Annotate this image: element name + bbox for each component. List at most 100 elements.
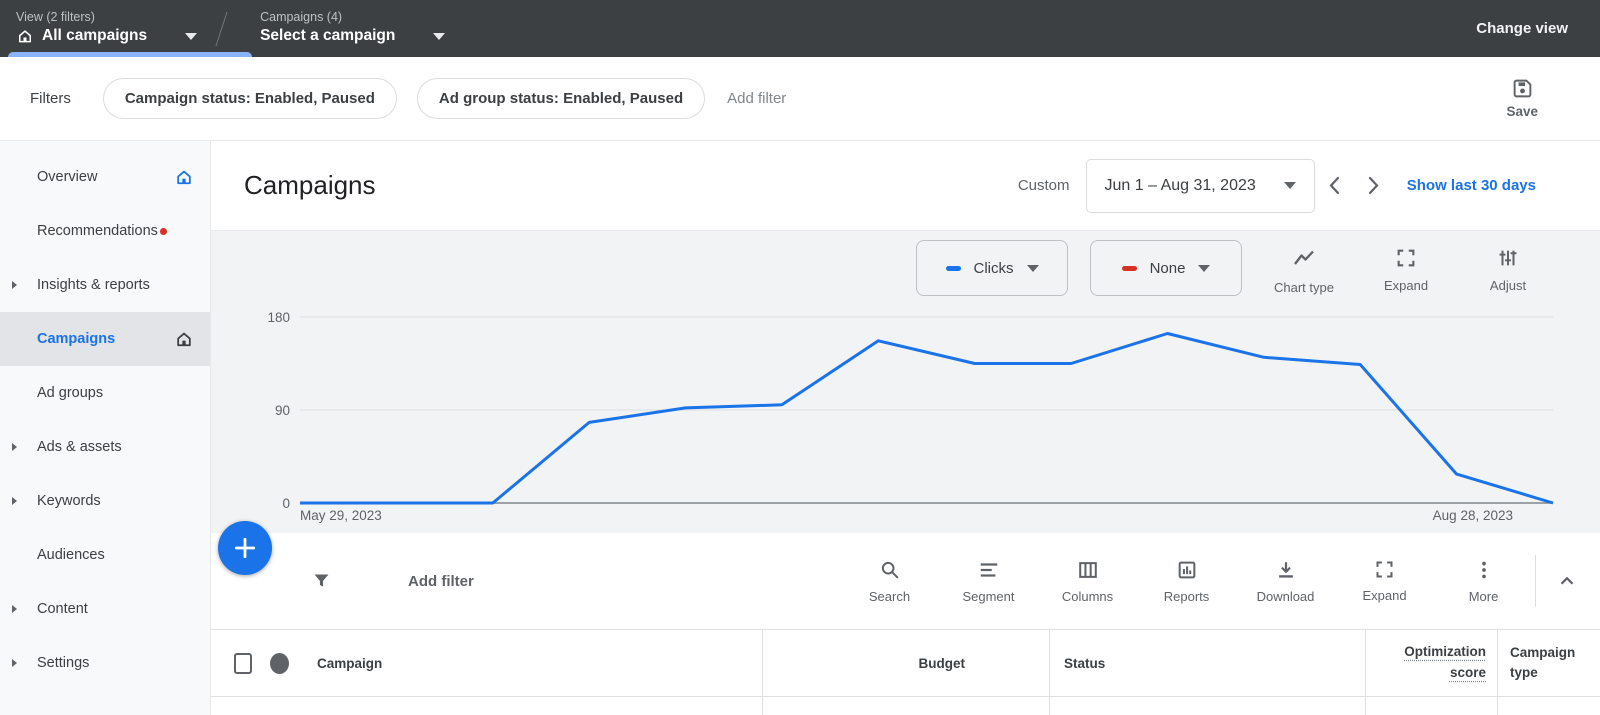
expand-arrow-icon — [12, 443, 17, 451]
svg-text:0: 0 — [282, 496, 290, 511]
chart-type-button[interactable]: Chart type — [1264, 240, 1344, 295]
sidebar-item-keywords[interactable]: Keywords — [0, 474, 210, 528]
search-icon — [879, 559, 901, 581]
sidebar-item-ads-assets[interactable]: Ads & assets — [0, 420, 210, 474]
chevron-down-icon — [1284, 182, 1296, 189]
x-axis-end-label: Aug 28, 2023 — [1433, 508, 1513, 523]
filter-chip-adgroup-status[interactable]: Ad group status: Enabled, Paused — [417, 78, 705, 119]
home-dark-icon — [174, 329, 194, 349]
sidebar-item-audiences[interactable]: Audiences — [0, 528, 210, 582]
chevron-down-icon — [1027, 265, 1039, 272]
more-button[interactable]: More — [1434, 559, 1533, 604]
change-view-button[interactable]: Change view — [1476, 20, 1568, 37]
left-navigation: Overview Recommendations Insights & repo… — [0, 141, 211, 715]
date-range-picker[interactable]: Jun 1 – Aug 31, 2023 — [1086, 159, 1315, 213]
metric-2-dropdown[interactable]: None — [1090, 240, 1242, 296]
svg-text:180: 180 — [267, 310, 290, 325]
reports-button[interactable]: Reports — [1137, 559, 1236, 604]
notification-dot — [160, 228, 167, 235]
table-filter-button[interactable] — [311, 571, 332, 592]
expand-arrow-icon — [12, 659, 17, 667]
expand-table-button[interactable]: Expand — [1335, 559, 1434, 604]
save-button[interactable]: Save — [1506, 78, 1538, 119]
table-row — [211, 697, 1600, 715]
collapse-chart-button[interactable] — [1538, 570, 1596, 592]
breadcrumb-separator — [216, 11, 228, 46]
column-header-status[interactable]: Status — [1064, 656, 1105, 671]
columns-button[interactable]: Columns — [1038, 559, 1137, 604]
home-blue-icon — [174, 167, 194, 187]
column-header-campaign-type[interactable]: Campaign type — [1510, 643, 1588, 682]
date-range-value: Jun 1 – Aug 31, 2023 — [1105, 177, 1256, 195]
metric-2-color-dash — [1122, 266, 1137, 271]
chevron-down-icon — [1198, 265, 1210, 272]
chevron-down-icon — [185, 33, 197, 40]
performance-chart-section: Clicks None Chart type Expand — [211, 230, 1600, 533]
column-header-budget[interactable]: Budget — [919, 656, 966, 671]
table-toolbar: Add filter Search Segment Columns Report… — [211, 533, 1600, 630]
show-last-30-days-link[interactable]: Show last 30 days — [1407, 177, 1536, 194]
breadcrumb-view[interactable]: View (2 filters) All campaigns — [0, 0, 207, 57]
breadcrumb-view-label: View (2 filters) — [16, 10, 197, 24]
filter-chip-campaign-status[interactable]: Campaign status: Enabled, Paused — [103, 78, 397, 119]
next-period-button[interactable] — [1354, 168, 1393, 203]
save-label: Save — [1506, 104, 1538, 119]
expand-arrow-icon — [12, 497, 17, 505]
topbar: View (2 filters) All campaigns Campaigns… — [0, 0, 1600, 57]
previous-period-button[interactable] — [1315, 168, 1354, 203]
sidebar-item-recommendations[interactable]: Recommendations — [0, 204, 210, 258]
sidebar-item-overview[interactable]: Overview — [0, 150, 210, 204]
page-title: Campaigns — [244, 170, 376, 201]
expand-icon — [1374, 559, 1395, 580]
columns-icon — [1077, 559, 1099, 581]
add-filter-button[interactable]: Add filter — [727, 90, 786, 107]
plus-icon — [232, 535, 258, 561]
expand-arrow-icon — [12, 281, 17, 289]
chevron-down-icon — [433, 33, 445, 40]
download-icon — [1275, 559, 1297, 581]
segment-icon — [978, 559, 1000, 581]
sidebar-item-campaigns[interactable]: Campaigns — [0, 312, 210, 366]
chart-type-icon — [1292, 247, 1316, 271]
segment-button[interactable]: Segment — [939, 559, 1038, 604]
active-tab-indicator — [8, 52, 252, 57]
column-header-campaign[interactable]: Campaign — [317, 656, 382, 671]
sidebar-item-settings[interactable]: Settings — [0, 636, 210, 690]
select-all-checkbox[interactable] — [234, 653, 252, 674]
metric-1-color-dash — [946, 266, 961, 271]
download-button[interactable]: Download — [1236, 559, 1335, 604]
table-add-filter-button[interactable]: Add filter — [408, 573, 474, 590]
more-vertical-icon — [1473, 559, 1495, 581]
metric-2-label: None — [1150, 260, 1186, 277]
reports-icon — [1176, 559, 1198, 581]
svg-text:90: 90 — [275, 403, 290, 418]
adjust-icon — [1497, 247, 1519, 269]
expand-icon — [1395, 247, 1417, 269]
sidebar-item-content[interactable]: Content — [0, 582, 210, 636]
save-icon — [1512, 78, 1533, 99]
home-icon — [16, 27, 34, 45]
column-header-optimization-score[interactable]: Optimization score — [1394, 642, 1486, 684]
table-header-row: Campaign Budget Status Optimization scor… — [211, 630, 1600, 697]
search-button[interactable]: Search — [840, 559, 939, 604]
x-axis-start-label: May 29, 2023 — [300, 508, 382, 523]
chevron-up-icon — [1556, 570, 1578, 592]
sidebar-item-insights-reports[interactable]: Insights & reports — [0, 258, 210, 312]
funnel-icon — [311, 571, 332, 592]
breadcrumb-campaign-label: Campaigns (4) — [260, 10, 445, 24]
date-mode-label: Custom — [1018, 177, 1070, 194]
status-filter-circle[interactable] — [270, 653, 289, 674]
metric-1-dropdown[interactable]: Clicks — [916, 240, 1068, 296]
breadcrumb-campaign-value: Select a campaign — [260, 27, 395, 45]
main-content: Campaigns Custom Jun 1 – Aug 31, 2023 Sh… — [211, 141, 1600, 715]
toolbar-divider — [1535, 555, 1536, 607]
expand-chart-button[interactable]: Expand — [1366, 240, 1446, 293]
breadcrumb-campaign[interactable]: Campaigns (4) Select a campaign — [244, 0, 455, 57]
metric-1-label: Clicks — [974, 260, 1014, 277]
sidebar-item-ad-groups[interactable]: Ad groups — [0, 366, 210, 420]
adjust-chart-button[interactable]: Adjust — [1468, 240, 1548, 293]
filters-label: Filters — [30, 90, 71, 107]
create-campaign-button[interactable] — [218, 521, 272, 575]
filter-bar: Filters Campaign status: Enabled, Paused… — [0, 57, 1600, 141]
expand-arrow-icon — [12, 605, 17, 613]
